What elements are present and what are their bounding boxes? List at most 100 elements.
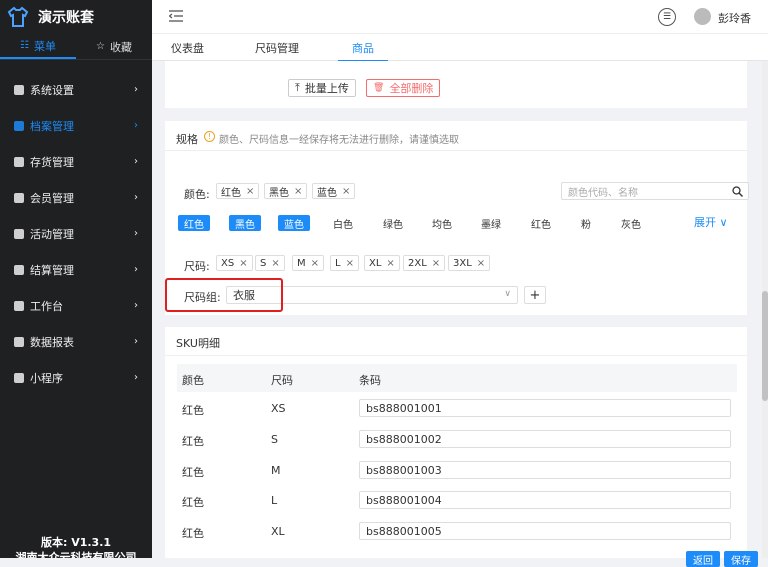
size-tag[interactable]: XS × — [216, 255, 253, 271]
tab-menu[interactable]: ☷ 菜单 — [0, 34, 76, 59]
search-icon[interactable] — [732, 186, 743, 197]
close-icon[interactable]: × — [477, 258, 485, 269]
color-option[interactable]: 粉 — [581, 215, 591, 231]
close-icon[interactable]: × — [342, 186, 350, 197]
batch-upload-button[interactable]: ⤒ 批量上传 — [288, 79, 356, 97]
sidebar-item-archive[interactable]: 档案管理 › — [0, 108, 152, 144]
color-tag[interactable]: 黑色 × — [264, 183, 308, 199]
color-option[interactable]: 绿色 — [383, 215, 403, 231]
sidebar-item-miniprogram[interactable]: 小程序 › — [0, 360, 152, 396]
size-tag[interactable]: XL × — [364, 255, 400, 271]
inventory-icon — [14, 157, 24, 167]
scrollbar-thumb[interactable] — [762, 291, 768, 401]
grid-icon: ☷ — [20, 40, 29, 51]
sidebar-item-members[interactable]: 会员管理 › — [0, 180, 152, 216]
report-icon — [14, 337, 24, 347]
sku-size: XL — [271, 525, 285, 538]
color-option[interactable]: 红色 — [178, 215, 210, 231]
size-tag[interactable]: 3XL × — [448, 255, 491, 271]
color-option[interactable]: 蓝色 — [278, 215, 310, 231]
version-text: 版本: V1.3.1 — [40, 536, 112, 549]
sku-table-header — [177, 364, 737, 392]
color-tag[interactable]: 蓝色 × — [312, 183, 356, 199]
barcode-input[interactable]: bs888001001 — [359, 399, 731, 417]
close-icon[interactable]: × — [246, 186, 254, 197]
sidebar-item-workbench[interactable]: 工作台 › — [0, 288, 152, 324]
archive-icon — [14, 121, 24, 131]
chevron-right-icon: › — [134, 372, 138, 383]
chevron-right-icon: › — [134, 336, 138, 347]
color-option[interactable]: 黑色 — [229, 215, 261, 231]
star-icon: ☆ — [96, 41, 105, 52]
user-name[interactable]: 彭玲香 — [718, 10, 751, 26]
shirt-logo-icon — [7, 6, 29, 27]
close-icon[interactable]: × — [311, 258, 319, 269]
expand-toggle[interactable]: 展开 ∨ — [694, 214, 728, 230]
chevron-down-icon: ∨ — [504, 289, 511, 299]
chevron-right-icon: › — [134, 84, 138, 95]
upload-card — [165, 61, 747, 108]
color-search-input[interactable]: 颜色代码、名称 — [561, 182, 749, 200]
barcode-input[interactable]: bs888001002 — [359, 430, 731, 448]
tab-size-management[interactable]: 尺码管理 — [255, 40, 299, 56]
sidebar-item-activities[interactable]: 活动管理 › — [0, 216, 152, 252]
list-menu-icon[interactable]: ☰ — [658, 8, 676, 26]
sku-color: 红色 — [182, 466, 204, 479]
sku-title: SKU明细 — [176, 337, 220, 350]
size-tag[interactable]: M × — [292, 255, 325, 271]
miniprogram-icon — [14, 373, 24, 383]
size-tag-label: 2XL — [408, 257, 427, 269]
close-icon[interactable]: × — [271, 258, 279, 269]
company-name: 湖南大众云科技有限公司 — [15, 551, 137, 558]
sidebar-item-label: 小程序 — [30, 372, 63, 385]
tab-dashboard[interactable]: 仪表盘 — [171, 40, 204, 56]
barcode-value: bs888001001 — [366, 401, 442, 415]
collapse-menu-icon[interactable] — [169, 10, 183, 22]
sidebar-item-label: 系统设置 — [30, 84, 74, 97]
close-icon[interactable]: × — [294, 186, 302, 197]
color-option[interactable]: 白色 — [333, 215, 353, 231]
spec-notice: 颜色、尺码信息一经保存将无法进行删除，请谨慎选取 — [219, 135, 459, 146]
spec-title: 规格 — [176, 133, 198, 146]
column-header: 条码 — [359, 374, 381, 387]
size-tag[interactable]: 2XL × — [403, 255, 446, 271]
chevron-right-icon: › — [134, 264, 138, 275]
close-icon[interactable]: × — [386, 258, 394, 269]
sidebar-item-system-settings[interactable]: 系统设置 › — [0, 72, 152, 108]
color-option[interactable]: 均色 — [432, 215, 452, 231]
tab-products[interactable]: 商品 — [338, 40, 388, 62]
barcode-value: bs888001003 — [366, 463, 442, 477]
avatar[interactable] — [694, 8, 711, 25]
size-tag[interactable]: S × — [255, 255, 285, 271]
barcode-input[interactable]: bs888001003 — [359, 461, 731, 479]
tab-favorites[interactable]: ☆ 收藏 — [76, 34, 152, 59]
sidebar-item-inventory[interactable]: 存货管理 › — [0, 144, 152, 180]
upload-icon: ⤒ — [295, 81, 300, 94]
sidebar-item-settlement[interactable]: 结算管理 › — [0, 252, 152, 288]
sku-size: L — [271, 494, 278, 507]
delete-all-label: 全部删除 — [389, 82, 434, 95]
size-tag[interactable]: L × — [330, 255, 359, 271]
save-button[interactable]: 保存 — [724, 551, 758, 567]
close-icon[interactable]: × — [432, 258, 440, 269]
close-icon[interactable]: × — [239, 258, 247, 269]
color-option[interactable]: 灰色 — [621, 215, 641, 231]
barcode-input[interactable]: bs888001005 — [359, 522, 731, 540]
divider — [165, 355, 747, 356]
size-label: 尺码: — [184, 260, 210, 273]
delete-all-button[interactable]: 🗑 全部删除 — [366, 79, 441, 97]
barcode-input[interactable]: bs888001004 — [359, 491, 731, 509]
sku-color: 红色 — [182, 496, 204, 509]
sidebar-item-reports[interactable]: 数据报表 › — [0, 324, 152, 360]
color-option[interactable]: 红色 — [531, 215, 551, 231]
sku-size: M — [271, 464, 281, 477]
back-button[interactable]: 返回 — [686, 551, 720, 567]
color-option[interactable]: 墨绿 — [481, 215, 501, 231]
divider — [165, 150, 747, 151]
member-icon — [14, 193, 24, 203]
brand[interactable]: 演示账套 — [0, 0, 152, 34]
scrollbar[interactable] — [762, 61, 768, 558]
close-icon[interactable]: × — [346, 258, 354, 269]
color-tag[interactable]: 红色 × — [216, 183, 260, 199]
add-size-group-button[interactable]: + — [524, 286, 546, 304]
